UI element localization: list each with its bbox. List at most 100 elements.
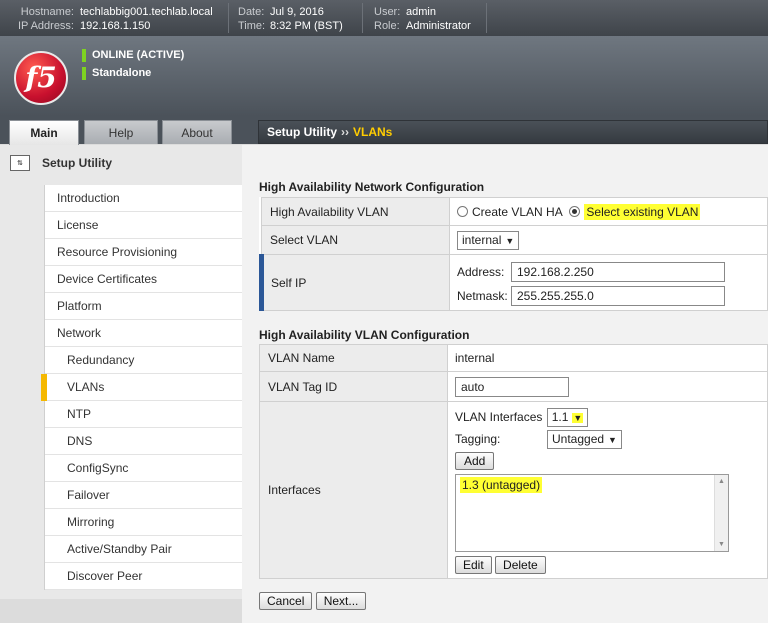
divider — [228, 3, 229, 33]
status-primary: ONLINE (ACTIVE) — [82, 49, 184, 62]
ip-value: 192.168.1.150 — [80, 20, 151, 32]
tagging-label: Tagging: — [455, 431, 501, 446]
sidebar-item-ntp[interactable]: NTP — [45, 401, 242, 428]
user-label: User: — [374, 6, 401, 18]
add-button[interactable]: Add — [455, 451, 495, 470]
vlan-interfaces-dropdown[interactable]: 1.1 ▼ — [546, 407, 589, 427]
sidebar-item-discover-peer[interactable]: Discover Peer — [45, 563, 242, 590]
interfaces-row: Interfaces VLAN Interfaces 1.1 ▼ Tagging:… — [259, 401, 768, 579]
chevron-down-icon: ▼ — [608, 434, 617, 445]
sidebar-item-license[interactable]: License — [45, 212, 242, 239]
vlan-tag-cell: auto — [447, 371, 768, 402]
sidebar-item-mirroring[interactable]: Mirroring — [45, 509, 242, 536]
time-label: Time: — [238, 20, 266, 32]
create-vlan-label[interactable]: Create VLAN HA — [472, 205, 562, 219]
status-secondary: Standalone — [82, 67, 151, 80]
select-existing-radio[interactable] — [569, 205, 581, 217]
vlan-interfaces-value: 1.1 — [551, 409, 569, 424]
logo-text: f5 — [25, 61, 57, 94]
select-vlan-row: Select VLAN internal ▼ — [261, 225, 768, 255]
self-ip-cell: Address: 192.168.2.250 Netmask: 255.255.25… — [449, 254, 768, 311]
chevron-down-icon: ▼ — [572, 412, 584, 423]
select-vlan-cell: internal ▼ — [449, 225, 768, 255]
ha-vlan-options: Create VLAN HA Select existing VLAN — [449, 197, 768, 226]
sidebar-item-dns[interactable]: DNS — [45, 428, 242, 455]
breadcrumb-section[interactable]: Setup Utility — [267, 125, 337, 139]
sidebar-header: ⇅ Setup Utility — [0, 151, 242, 183]
self-ip-label: Self IP — [259, 254, 450, 311]
vlan-tag-input[interactable]: auto — [455, 376, 569, 397]
next-button[interactable]: Next... — [315, 592, 367, 610]
sidebar-item-platform[interactable]: Platform — [45, 293, 242, 320]
ha-network-table: High Availability VLAN Create VLAN HA Se… — [259, 197, 768, 311]
delete-button[interactable]: Delete — [495, 555, 546, 574]
time-value: 8:32 PM (BST) — [270, 20, 343, 32]
address-input[interactable]: 192.168.2.250 — [511, 261, 725, 282]
select-vlan-label: Select VLAN — [261, 225, 450, 255]
hostname-label: Hostname: — [20, 6, 74, 18]
sidebar-item-resource-provisioning[interactable]: Resource Provisioning — [45, 239, 242, 266]
vlan-tag-label: VLAN Tag ID — [259, 371, 448, 402]
chevron-down-icon: ▼ — [505, 235, 515, 246]
create-vlan-radio[interactable] — [457, 205, 468, 217]
vlan-interfaces-label: VLAN Interfaces — [455, 409, 543, 424]
tagging-dropdown[interactable]: Untagged ▼ — [547, 429, 622, 449]
sidebar-item-active-standby-pair[interactable]: Active/Standby Pair — [45, 536, 242, 563]
tagging-value: Untagged — [552, 431, 605, 446]
sidebar-item-network[interactable]: Network — [45, 320, 242, 347]
select-vlan-dropdown[interactable]: internal ▼ — [457, 230, 520, 250]
role-label: Role: — [374, 20, 400, 32]
interfaces-listbox[interactable]: 1.3 (untagged) ▲ ▼ — [455, 473, 729, 552]
scroll-up-icon[interactable]: ▲ — [718, 478, 725, 485]
sidebar-item-redundancy[interactable]: Redundancy — [45, 347, 242, 374]
date-label: Date: — [238, 6, 265, 18]
breadcrumb-current: VLANs — [353, 125, 393, 139]
self-ip-row: Self IP Address: 192.168.2.250 Netmask: 25… — [259, 254, 768, 311]
date-value: Jul 9, 2016 — [270, 6, 324, 18]
host-info: Hostname: techlabbig001.techlab.local IP … — [14, 5, 213, 33]
main-content: High Availability Network Configuration … — [242, 145, 768, 623]
user-info: User: admin Role: Administrator — [374, 5, 471, 33]
sidebar: ⇅ Setup Utility Introduction License Res… — [0, 145, 242, 623]
sidebar-item-device-certificates[interactable]: Device Certificates — [45, 266, 242, 293]
header: f5 ONLINE (ACTIVE) Standalone — [0, 36, 768, 116]
interfaces-cell: VLAN Interfaces 1.1 ▼ Tagging: Untagged ▼ A… — [447, 401, 768, 579]
sidebar-item-configsync[interactable]: ConfigSync — [45, 455, 242, 482]
ha-vlan-row: High Availability VLAN Create VLAN HA Se… — [261, 197, 768, 226]
tab-about[interactable]: About — [162, 120, 232, 144]
divider — [362, 3, 363, 33]
ha-network-title: High Availability Network Configuration — [259, 180, 485, 194]
sidebar-nav: Introduction License Resource Provisioni… — [41, 185, 242, 590]
breadcrumb-separator: ›› — [341, 125, 350, 139]
netmask-label: Netmask: — [457, 288, 508, 303]
footer-actions: Cancel Next... — [259, 592, 367, 610]
interfaces-label: Interfaces — [259, 401, 448, 579]
edit-button[interactable]: Edit — [455, 555, 492, 574]
sidebar-item-vlans[interactable]: VLANs — [41, 374, 242, 401]
setup-utility-icon: ⇅ — [10, 155, 30, 171]
top-info-bar: Hostname: techlabbig001.techlab.local IP … — [0, 0, 768, 36]
listbox-scrollbar[interactable]: ▲ ▼ — [714, 474, 728, 551]
scroll-down-icon[interactable]: ▼ — [718, 541, 725, 548]
ha-vlan-title: High Availability VLAN Configuration — [259, 328, 470, 342]
vlan-name-value: internal — [447, 344, 768, 372]
user-value: admin — [406, 6, 436, 18]
ip-label: IP Address: — [17, 20, 74, 32]
hostname-value: techlabbig001.techlab.local — [80, 6, 213, 18]
select-vlan-value: internal — [462, 232, 502, 247]
cancel-button[interactable]: Cancel — [259, 592, 313, 610]
sidebar-footer — [0, 599, 242, 623]
sidebar-item-introduction[interactable]: Introduction — [45, 185, 242, 212]
f5-logo[interactable]: f5 — [14, 51, 68, 105]
netmask-input[interactable]: 255.255.255.0 — [511, 285, 725, 306]
sidebar-item-failover[interactable]: Failover — [45, 482, 242, 509]
tab-band: Main Help About Setup Utility ›› VLANs — [0, 116, 768, 145]
tab-help[interactable]: Help — [84, 120, 158, 144]
ha-vlan-table: VLAN Name internal VLAN Tag ID auto Inte… — [259, 344, 768, 579]
list-item[interactable]: 1.3 (untagged) — [460, 476, 543, 493]
select-existing-label[interactable]: Select existing VLAN — [584, 203, 701, 220]
vlan-name-row: VLAN Name internal — [259, 344, 768, 372]
role-value: Administrator — [406, 20, 471, 32]
ha-vlan-label: High Availability VLAN — [261, 197, 450, 226]
tab-main[interactable]: Main — [9, 120, 79, 145]
